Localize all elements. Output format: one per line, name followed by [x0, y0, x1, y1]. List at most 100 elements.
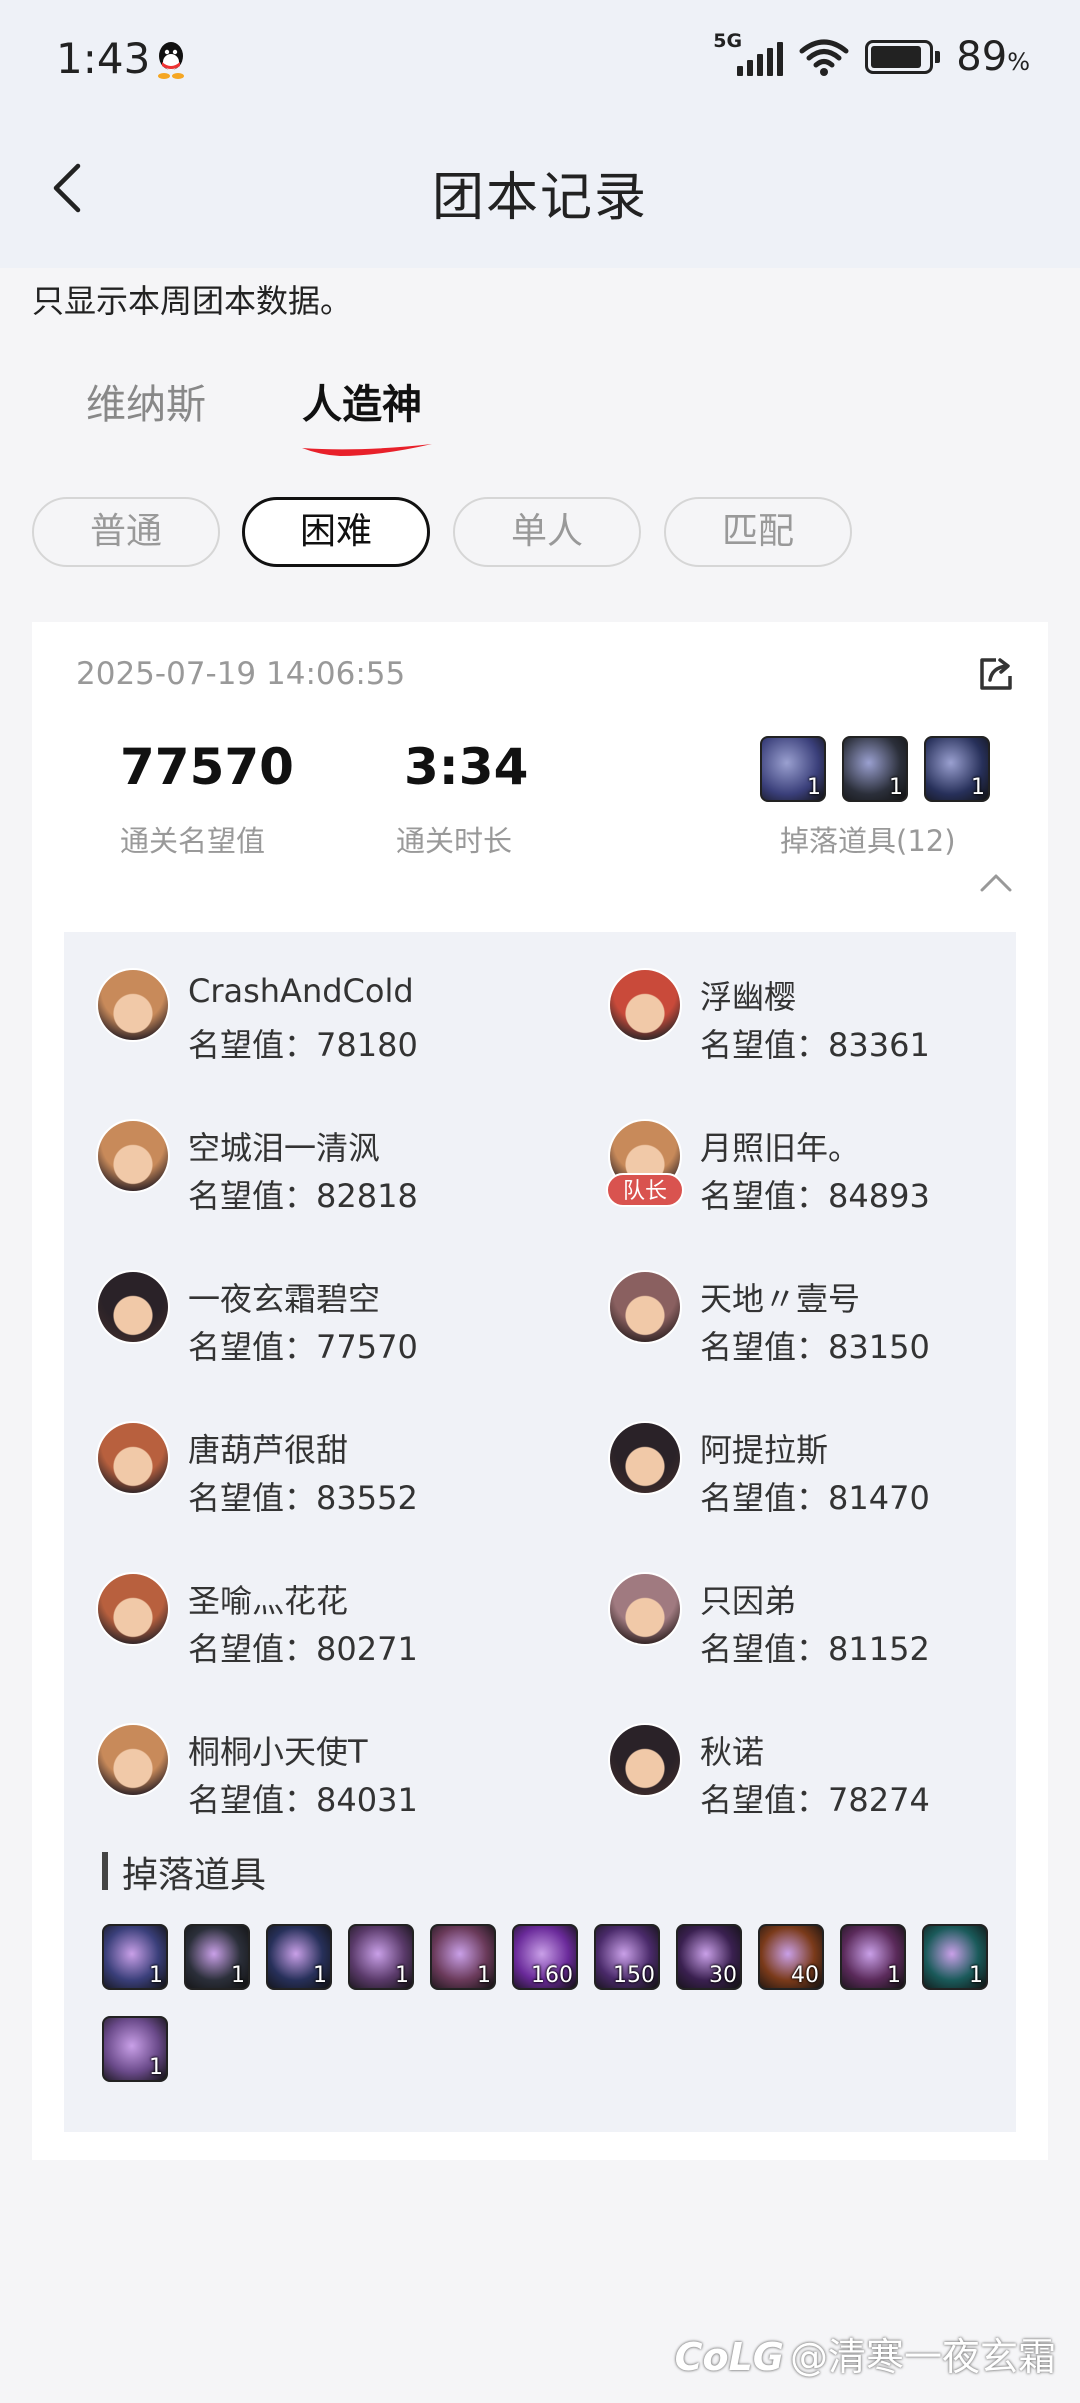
member-name: 唐葫芦很甜 [188, 1431, 349, 1469]
member-name: 桐桐小天使T [188, 1733, 368, 1771]
slayer-avatar [96, 1119, 170, 1193]
member-item[interactable]: 圣喻灬花花 名望值：80271 [96, 1572, 536, 1682]
member-reputation: 名望值：81470 [700, 1479, 930, 1517]
fire-ring-item-icon[interactable]: 40 [758, 1924, 824, 1990]
drop-count: 1 [149, 2055, 163, 2080]
purple-swirl-item-icon[interactable]: 30 [676, 1924, 742, 1990]
member-reputation: 名望值：81152 [700, 1630, 930, 1668]
chevron-up-icon[interactable] [978, 870, 1014, 894]
weekly-notice: 只显示本周团本数据。 [32, 282, 353, 320]
leader-badge: 队长 [606, 1173, 684, 1207]
record-card: 2025-07-19 14:06:55 77570 通关名望值 3:34 通关时… [32, 622, 1048, 2160]
slayer-avatar [96, 968, 170, 1042]
purple-shard-item-icon[interactable]: 150 [594, 1924, 660, 1990]
ring-item-icon[interactable]: 1 [184, 1924, 250, 1990]
member-item[interactable]: 阿提拉斯名望值：81470 [608, 1421, 1048, 1531]
drop-count: 1 [231, 1963, 245, 1988]
watermark: CoLG @清寒一夜玄霜 [675, 2326, 1056, 2381]
clear-time-value: 3:34 [404, 738, 529, 796]
drop-count: 150 [613, 1963, 655, 1988]
member-item[interactable]: 浮幽樱 名望值：83361 [608, 968, 1048, 1078]
watermark-logo: CoLG [674, 2335, 784, 2379]
member-name: 一夜玄霜碧空 [188, 1280, 381, 1318]
member-reputation: 名望值：78180 [188, 1026, 418, 1064]
battery-percent: 89% [956, 34, 1030, 80]
member-name: 阿提拉斯 [700, 1431, 829, 1469]
member-name: 只因弟 [700, 1582, 797, 1620]
battery-icon [865, 40, 941, 74]
member-name: CrashAndCold [188, 972, 414, 1010]
difficulty-solo-button[interactable]: 单人 [453, 497, 641, 567]
member-item[interactable]: 空城泪一清沨 名望值：82818 [96, 1119, 536, 1229]
member-item[interactable]: 队长 月照旧年。名望值：84893 [606, 1119, 1048, 1229]
member-reputation: 名望值：82818 [188, 1177, 418, 1215]
member-reputation: 名望值：84031 [188, 1781, 418, 1819]
teal-crystal-item-icon[interactable]: 1 [922, 1924, 988, 1990]
cube-item-icon[interactable]: 1 [840, 1924, 906, 1990]
slayer-avatar [96, 1723, 170, 1797]
tab-artificial-god[interactable]: 人造神 [302, 372, 422, 430]
drop-count: 30 [709, 1963, 737, 1988]
active-tab-indicator [302, 444, 432, 456]
member-reputation: 名望值：77570 [188, 1328, 418, 1366]
member-item[interactable]: CrashAndCold 名望值：78180 [96, 968, 536, 1078]
page-title: 团本记录 [431, 168, 648, 228]
dark-hair-avatar [608, 1421, 682, 1495]
member-item[interactable]: 一夜玄霜碧空 名望值：77570 [96, 1270, 536, 1380]
member-name: 天地〃壹号 [700, 1280, 861, 1318]
clear-reputation-value: 77570 [120, 738, 294, 796]
orb-cannon-item-icon[interactable]: 1 [924, 736, 990, 802]
purple-orb-item-icon[interactable]: 160 [512, 1924, 578, 1990]
difficulty-normal-button[interactable]: 普通 [32, 497, 220, 567]
member-name: 月照旧年。 [700, 1129, 861, 1167]
member-reputation: 名望值：80271 [188, 1630, 418, 1668]
drop-count: 40 [791, 1963, 819, 1988]
orb-cannon-item-icon[interactable]: 1 [266, 1924, 332, 1990]
red-hair-avatar [608, 968, 682, 1042]
tab-venus[interactable]: 维纳斯 [86, 372, 206, 430]
difficulty-hard-button[interactable]: 困难 [242, 497, 430, 567]
drop-count: 1 [889, 775, 903, 800]
member-name: 空城泪一清沨 [188, 1129, 381, 1167]
member-item[interactable]: 天地〃壹号名望值：83150 [608, 1270, 1048, 1380]
member-reputation: 名望值：78274 [700, 1781, 930, 1819]
drop-count: 1 [313, 1963, 327, 1988]
claw-item-icon[interactable]: 1 [102, 2016, 168, 2082]
clear-reputation-label: 通关名望值 [120, 824, 266, 858]
drop-count: 1 [969, 1963, 983, 1988]
drop-count: 1 [477, 1963, 491, 1988]
drop-count: 1 [971, 775, 985, 800]
silver-hair-avatar [608, 1270, 682, 1344]
members-panel: 掉落道具 1 1 1 1 1 160 150 30 40 1 1 1 CrashAndCold 名望值：… [64, 932, 1016, 2132]
member-item[interactable]: 只因弟名望值：81152 [608, 1572, 1048, 1682]
hammer-item-icon[interactable]: 1 [102, 1924, 168, 1990]
record-datetime: 2025-07-19 14:06:55 [76, 656, 406, 692]
member-item[interactable]: 唐葫芦很甜名望值：83552 [96, 1421, 536, 1531]
hammer-item-icon[interactable]: 1 [760, 736, 826, 802]
drop-count: 1 [395, 1963, 409, 1988]
share-icon[interactable] [976, 654, 1016, 694]
white-hair-avatar [608, 1572, 682, 1646]
status-bar: 1:43 5G 89% [0, 0, 1080, 125]
member-item[interactable]: 桐桐小天使T 名望值：84031 [96, 1723, 536, 1833]
member-item[interactable]: 秋诺名望值：78274 [608, 1723, 1048, 1833]
member-reputation: 名望值：84893 [700, 1177, 930, 1215]
ring-item-icon[interactable]: 1 [842, 736, 908, 802]
member-reputation: 名望值：83150 [700, 1328, 930, 1366]
drop-count: 1 [149, 1963, 163, 1988]
gauntlet-item-icon[interactable]: 1 [348, 1924, 414, 1990]
member-name: 秋诺 [700, 1733, 765, 1771]
drop-preview-icons[interactable]: 1 1 1 [760, 736, 990, 802]
status-time: 1:43 [56, 34, 151, 83]
cellular-signal-icon: 5G [713, 30, 784, 80]
bracelet-item-icon[interactable]: 1 [430, 1924, 496, 1990]
member-reputation: 名望值：83552 [188, 1479, 418, 1517]
drop-count: 160 [531, 1963, 573, 1988]
clear-time-label: 通关时长 [396, 824, 513, 858]
brown-hair-avatar [96, 1572, 170, 1646]
brown-hair-avatar [96, 1421, 170, 1495]
drops-count-label: 掉落道具(12) [780, 824, 956, 858]
difficulty-match-button[interactable]: 匹配 [664, 497, 852, 567]
drop-count: 1 [887, 1963, 901, 1988]
dark-hair-avatar [96, 1270, 170, 1344]
